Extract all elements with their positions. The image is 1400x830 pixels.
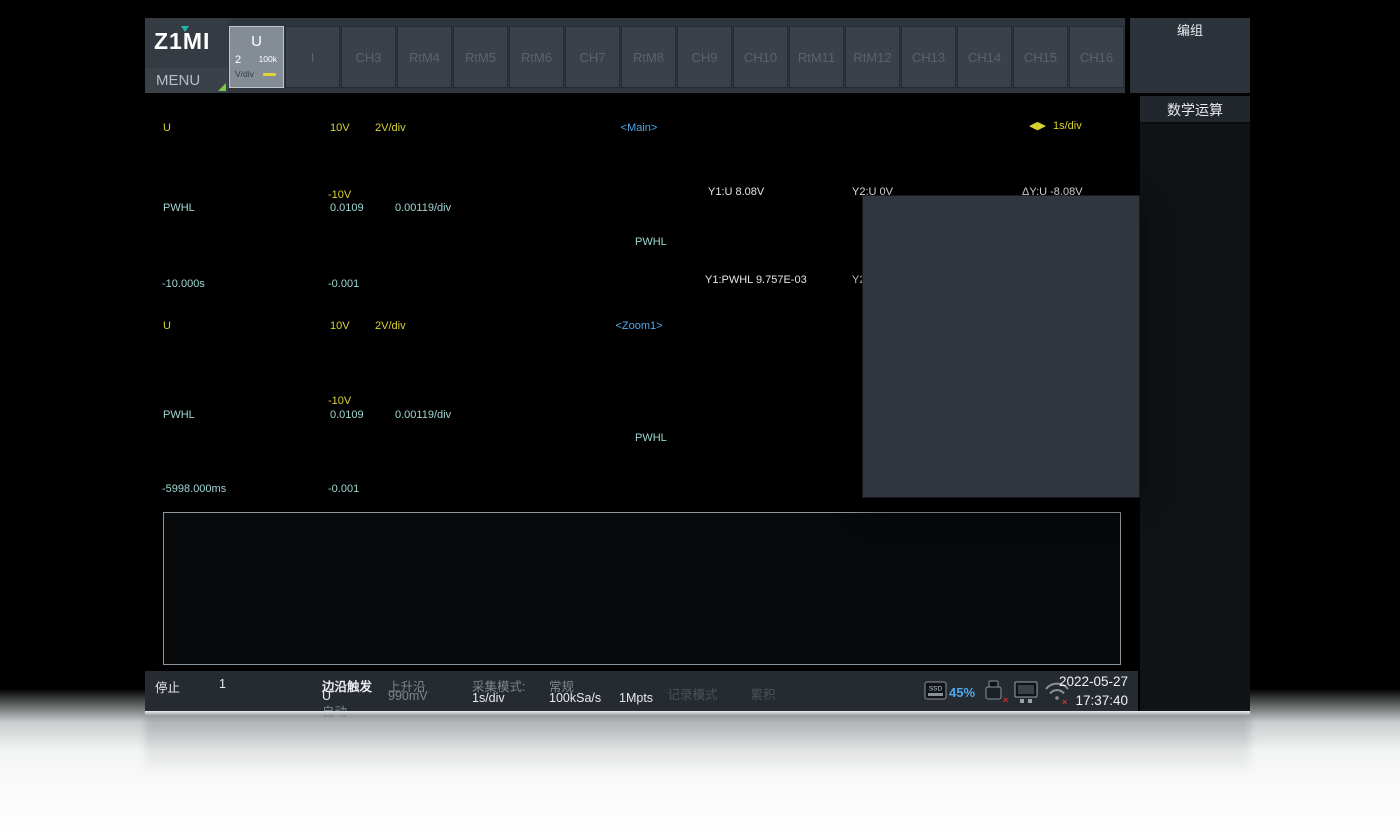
status-time: 17:37:40	[998, 693, 1128, 708]
menu-label: MENU	[156, 72, 200, 89]
trace4-trace-label: PWHL	[635, 432, 667, 444]
status-bar: 停止 1 边沿触发 U 自动 上升沿 990mV 采集模式: 1s/div 常规…	[145, 668, 1138, 712]
group-title: 编组	[1130, 20, 1250, 39]
trace2-lower: -0.001	[328, 278, 359, 290]
run-state: 停止	[155, 677, 180, 696]
channel-tab-ch13[interactable]: CH13	[901, 26, 956, 88]
measurement-table	[163, 512, 1121, 665]
channel-tab-rtm6[interactable]: RtM6	[509, 26, 564, 88]
menu-corner-icon	[218, 83, 226, 91]
record-mode-label: 记录模式	[662, 684, 723, 703]
svg-text:SSD: SSD	[929, 686, 943, 693]
logo-block: Z1MI MENU	[145, 18, 228, 93]
oscilloscope-screen: Z1MI MENU U 2 100k V/div ICH3RtM4RtM5RtM6CH7…	[145, 18, 1250, 712]
status-date: 2022-05-27	[998, 674, 1128, 689]
trace1-bottom-label: -10V	[328, 189, 351, 201]
storage-percent: 45%	[949, 685, 975, 700]
ssd-storage-icon: SSD	[925, 682, 946, 699]
channel-color-indicator	[263, 73, 276, 76]
channel-tab-ch3[interactable]: CH3	[341, 26, 396, 88]
trace1-scale: 2V/div	[373, 122, 408, 134]
timebase-label: 1s/div	[1051, 120, 1084, 132]
trace3-range: 10V	[328, 320, 352, 332]
top-channel-bar: Z1MI MENU U 2 100k V/div ICH3RtM4RtM5RtM6CH7…	[145, 18, 1250, 93]
logo-accent-icon	[181, 26, 189, 32]
channel-tab-strip: U2100kV/divICH3RtM4RtM5RtM6CH7RtM8CH9CH1…	[229, 26, 1124, 90]
trace2-trace-label: PWHL	[635, 236, 667, 248]
trace4-channel-label: PWHL	[161, 409, 197, 421]
trace4-lower: -0.001	[328, 483, 359, 495]
channel-tab-ch10[interactable]: CH10	[733, 26, 788, 88]
channel-tab-ch15[interactable]: CH15	[1013, 26, 1068, 88]
cursor-measure-y1-pwhl: Y1:PWHL 9.757E-03	[705, 274, 807, 286]
timebase-arrows-icon: ◀▶	[1029, 120, 1046, 132]
channel-tab-rtm11[interactable]: RtM11	[789, 26, 844, 88]
active-tab-label: U	[230, 33, 283, 50]
channel-tab-ch9[interactable]: CH9	[677, 26, 732, 88]
trace1-channel-label: U	[161, 122, 173, 134]
acq-timebase: 1s/div	[472, 691, 505, 705]
group-panel: 编组	[1125, 18, 1250, 93]
trace4-upper: 0.0109	[328, 409, 366, 421]
reflection	[145, 715, 1250, 795]
channel-tab-ch16[interactable]: CH16	[1069, 26, 1124, 88]
channel-tab-rtm5[interactable]: RtM5	[453, 26, 508, 88]
active-tab-rate: 100k	[259, 54, 277, 64]
acq-count: 1	[219, 677, 226, 691]
trace4-left-time: -5998.000ms	[162, 483, 226, 495]
trace2-scale: 0.00119/div	[393, 202, 453, 214]
main-window-label: <Main>	[582, 122, 696, 134]
trace3-bottom-label: -10V	[328, 395, 351, 407]
channel-tab-i[interactable]: I	[285, 26, 340, 88]
menu-button[interactable]: MENU	[145, 68, 228, 93]
trace2-upper: 0.0109	[328, 202, 366, 214]
channel-tab-rtm8[interactable]: RtM8	[621, 26, 676, 88]
math-settings-dialog	[862, 195, 1140, 498]
trace3-scale: 2V/div	[373, 320, 408, 332]
trace1-range: 10V	[328, 122, 352, 134]
active-tab-vdiv-value: 2	[235, 54, 241, 66]
acq-record-length: 1Mpts	[619, 691, 653, 705]
channel-tab-rtm4[interactable]: RtM4	[397, 26, 452, 88]
trace3-channel-label: U	[161, 320, 173, 332]
acq-sample-rate: 100kSa/s	[549, 691, 601, 705]
trace2-left-time: -10.000s	[162, 278, 205, 290]
channel-tab-rtm12[interactable]: RtM12	[845, 26, 900, 88]
trace4-scale: 0.00119/div	[393, 409, 453, 421]
trigger-level: 990mV	[388, 689, 428, 703]
channel-tab-ch7[interactable]: CH7	[565, 26, 620, 88]
trace2-channel-label: PWHL	[161, 202, 197, 214]
zoom1-window-label: <Zoom1>	[582, 320, 696, 332]
active-tab-vdiv-unit: V/div	[235, 69, 254, 79]
channel-tab-u[interactable]: U 2 100k V/div	[229, 26, 284, 88]
brand-logo: Z1MI	[154, 28, 210, 55]
accumulate-label: 累积	[723, 684, 803, 703]
softkey-menu: 数学运算	[1140, 96, 1250, 712]
cursor-measure-y1-u: Y1:U 8.08V	[708, 186, 764, 198]
channel-tab-ch14[interactable]: CH14	[957, 26, 1012, 88]
softkey-menu-title: 数学运算	[1140, 96, 1250, 124]
